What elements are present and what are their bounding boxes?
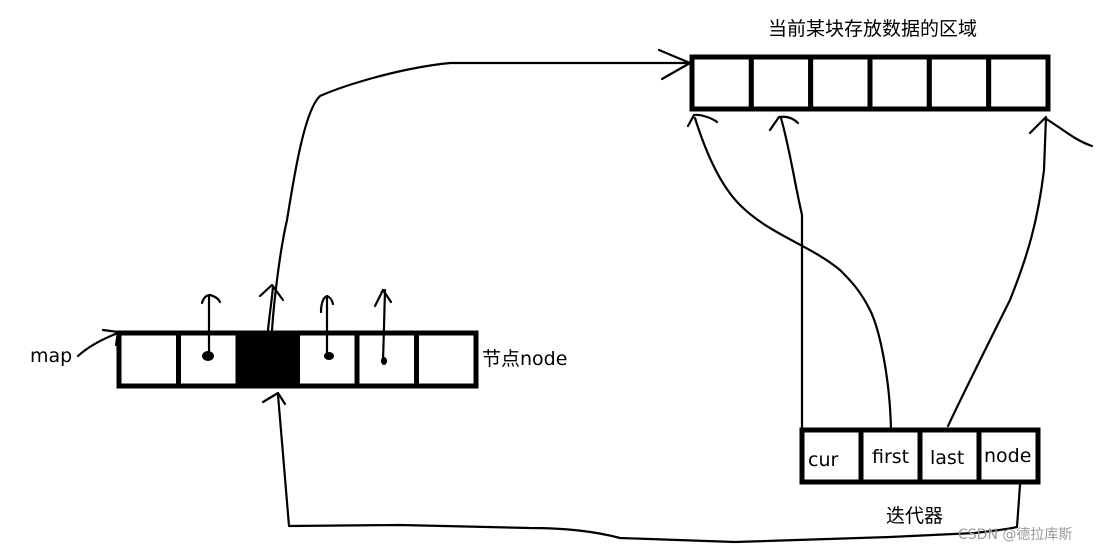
buffer-title: 当前某块存放数据的区域 [768,18,978,40]
buffer-cell [867,54,932,112]
pointer-origin-dot [324,352,334,360]
iterator-last-arrowhead-icon [1028,116,1094,148]
map-pointer-arrow [76,331,120,358]
buffer-cell [926,54,992,112]
iterator-field-cur: cur [808,449,839,471]
map-cell-pointer-1-head-icon [200,293,222,305]
map-current-cell [235,330,300,389]
node-to-buffer-arrowhead-icon [657,48,692,81]
map-cell [116,330,181,389]
buffer-block [689,54,1051,112]
map-cell-pointer-4-head-icon [373,288,393,308]
iterator-field-first: first [872,446,910,468]
iterator-cur-pointer [693,116,893,432]
node-to-buffer-arrow [270,61,692,332]
iterator-cur-arrowhead-icon [686,113,719,128]
map-array [116,330,479,389]
watermark: CSDN @德拉库斯 [958,527,1073,543]
iterator-node-arrowhead-icon [261,391,287,406]
buffer-cell [808,54,873,112]
diagram-canvas [76,48,1094,544]
iterator-label: 迭代器 [886,505,944,527]
buffer-cell [748,54,814,112]
buffer-cell [986,54,1051,112]
map-label: map [30,345,73,367]
iterator-field-node: node [984,445,1032,467]
node-label: 节点node [482,348,568,370]
iterator-first-pointer [779,116,804,432]
buffer-cell [689,54,754,112]
iterator-last-pointer [946,115,1048,428]
map-cell [414,330,479,389]
iterator-field-last: last [930,447,965,469]
